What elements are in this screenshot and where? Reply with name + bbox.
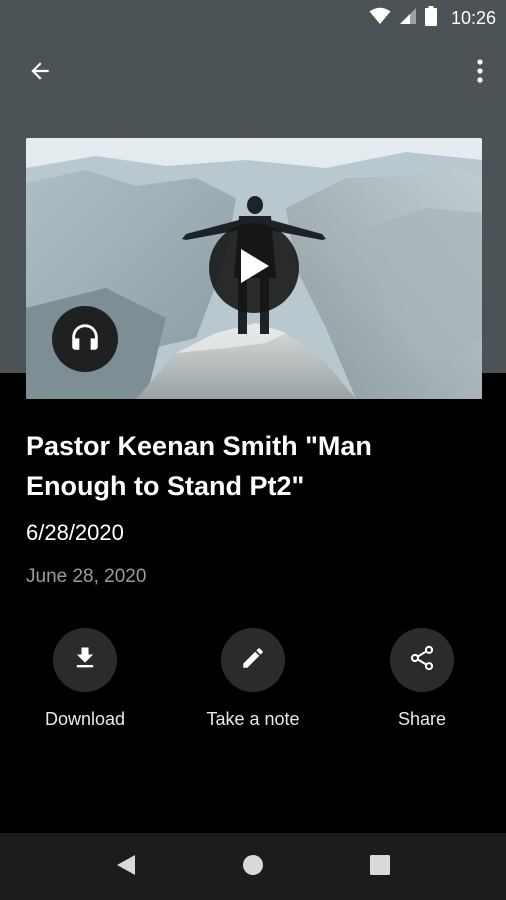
share-button[interactable] <box>390 628 454 692</box>
download-action[interactable]: Download <box>10 628 160 730</box>
battery-icon <box>424 5 437 31</box>
download-label: Download <box>44 709 126 729</box>
listen-audio-button[interactable] <box>52 306 118 372</box>
share-label: Share <box>397 709 447 729</box>
pencil-icon <box>240 645 266 676</box>
nav-home-button[interactable] <box>231 845 275 889</box>
take-note-label: Take a note <box>206 709 300 729</box>
sermon-date-long: June 28, 2020 <box>26 566 147 587</box>
overflow-menu-button[interactable] <box>468 54 492 92</box>
play-icon <box>237 247 271 290</box>
nav-recents-button[interactable] <box>358 845 402 889</box>
cellular-signal-icon <box>399 7 417 30</box>
take-note-action[interactable]: Take a note <box>178 628 328 730</box>
nav-back-icon <box>115 853 137 882</box>
sermon-title: Pastor Keenan Smith "Man Enough to Stand… <box>26 431 372 501</box>
arrow-back-icon <box>27 58 53 89</box>
download-icon <box>71 644 99 677</box>
system-navigation-bar <box>0 833 506 900</box>
wifi-icon <box>369 7 391 30</box>
headphones-icon <box>68 320 102 359</box>
sermon-media-card[interactable] <box>26 138 482 399</box>
app-bar <box>0 48 506 98</box>
status-time: 10:26 <box>450 7 496 28</box>
nav-back-button[interactable] <box>104 845 148 889</box>
take-note-button[interactable] <box>221 628 285 692</box>
nav-home-icon <box>241 853 265 882</box>
status-icons: 10:26 <box>369 5 496 31</box>
nav-recents-icon <box>369 854 391 881</box>
download-button[interactable] <box>53 628 117 692</box>
share-icon <box>408 644 436 677</box>
status-bar: 10:26 <box>0 0 506 36</box>
sermon-date-short: 6/28/2020 <box>26 520 124 545</box>
play-button[interactable] <box>209 223 299 313</box>
more-vert-icon <box>477 58 483 88</box>
back-button[interactable] <box>18 56 62 90</box>
share-action[interactable]: Share <box>347 628 497 730</box>
